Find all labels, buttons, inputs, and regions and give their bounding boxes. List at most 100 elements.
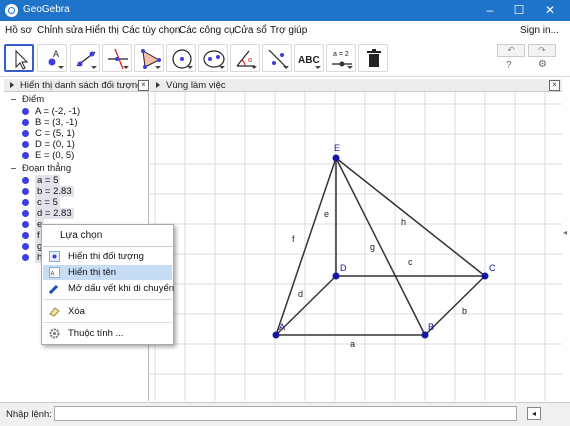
trace-pen-icon [49, 284, 59, 294]
menu-view[interactable]: Hiển thị [85, 25, 119, 36]
input-help-toggle-button[interactable]: ◂ [527, 407, 541, 420]
segment-label: a [350, 339, 355, 349]
input-bar: Nhập lệnh: ◂ [0, 402, 570, 426]
context-menu-title: Lựa chọn [60, 230, 103, 241]
menu-item-properties[interactable]: Thuộc tính ... [43, 326, 172, 341]
menu-file[interactable]: Hồ sơ [5, 25, 32, 36]
graphics-view[interactable]: Vùng làm việc × a b c d e f g h A B C D E [150, 79, 562, 401]
point-label: A [279, 322, 285, 332]
point-label: E [334, 143, 340, 153]
point-D[interactable] [332, 272, 340, 280]
list-item-text: a = 5 [35, 175, 61, 186]
graphics-header-title: Vùng làm việc [166, 80, 226, 91]
menu-item-trace-on[interactable]: Mở dấu vết khi di chuyển [43, 281, 174, 296]
divider [43, 322, 172, 323]
segment-label: e [324, 209, 329, 219]
segment-label: f [292, 234, 295, 244]
menu-item-label: Thuộc tính ... [68, 328, 124, 339]
text-tool-button[interactable]: ABC [294, 44, 324, 72]
segment-label: b [462, 306, 467, 316]
menu-options[interactable]: Các tùy chọn [122, 25, 180, 36]
point-label: D [340, 263, 347, 273]
svg-text:A: A [51, 272, 55, 278]
sign-in-link[interactable]: Sign in... [520, 25, 559, 36]
segment-f[interactable] [275, 157, 337, 336]
help-button[interactable]: ? [506, 60, 512, 71]
line-tool-button[interactable] [70, 44, 100, 72]
menu-item-delete[interactable]: Xóa [43, 304, 172, 319]
list-item-text: c = 5 [35, 197, 60, 208]
circle-tool-button[interactable] [166, 44, 196, 72]
menu-item-label: Hiển thị tên [68, 267, 117, 278]
graphics-canvas[interactable]: a b c d e f g h A B C D E [150, 92, 562, 401]
points-collapse-icon[interactable] [11, 99, 16, 100]
menu-item-label: Xóa [68, 306, 85, 317]
visibility-dot-icon[interactable] [22, 177, 29, 184]
settings-gear-icon[interactable]: ⚙ [538, 59, 547, 70]
perpendicular-tool-button[interactable] [102, 44, 132, 72]
maximize-button[interactable]: ☐ [505, 0, 533, 21]
point-label: B [428, 322, 434, 332]
visibility-dot-icon[interactable] [22, 119, 29, 126]
visibility-dot-icon[interactable] [22, 232, 29, 239]
visibility-dot-icon[interactable] [22, 188, 29, 195]
show-label-icon: A [49, 267, 60, 278]
graphics-close-button[interactable]: × [549, 80, 560, 91]
list-item-text: A = (-2, -1) [35, 106, 81, 117]
menu-tools[interactable]: Các công cụ [179, 25, 235, 36]
move-tool-button[interactable] [4, 44, 34, 72]
visibility-dot-icon[interactable] [22, 243, 29, 250]
svg-text:a = 2: a = 2 [333, 51, 349, 58]
undo-button[interactable]: ↶ [497, 44, 525, 57]
list-item-text: B = (3, -1) [35, 117, 78, 128]
command-input[interactable] [54, 406, 517, 421]
point-A[interactable] [272, 331, 280, 339]
gear-icon [49, 328, 60, 339]
algebra-close-button[interactable]: × [138, 80, 149, 91]
visibility-dot-icon[interactable] [22, 130, 29, 137]
angle-tool-button[interactable]: α [230, 44, 260, 72]
menu-edit[interactable]: Chỉnh sửa [37, 25, 83, 36]
menu-window[interactable]: Cửa sổ [234, 25, 267, 36]
polygon-tool-button[interactable] [134, 44, 164, 72]
slider-tool-button[interactable]: a = 2 [326, 44, 356, 72]
panel-collapse-triangle-icon[interactable] [10, 82, 14, 88]
panel-collapse-triangle-icon[interactable] [156, 82, 160, 88]
svg-text:α: α [248, 57, 252, 64]
list-item-text: d = 2.83 [35, 208, 74, 219]
segments-collapse-icon[interactable] [11, 168, 16, 169]
reflect-tool-button[interactable] [262, 44, 292, 72]
visibility-dot-icon[interactable] [22, 108, 29, 115]
menu-item-show-label[interactable]: A Hiển thị tên [43, 265, 172, 280]
menu-bar: Hồ sơ Chỉnh sửa Hiển thị Các tùy chọn Cá… [0, 21, 570, 40]
delete-tool-button[interactable] [358, 44, 388, 72]
visibility-dot-icon[interactable] [22, 221, 29, 228]
visibility-dot-icon[interactable] [22, 254, 29, 261]
point-C[interactable] [481, 272, 489, 280]
window-title: GeoGebra [23, 4, 70, 15]
point-label: C [489, 263, 496, 273]
eraser-icon [49, 307, 60, 317]
cursor-arrow-icon [15, 49, 29, 70]
side-panel-toggle-icon[interactable]: ◂ [563, 228, 567, 237]
visibility-dot-icon[interactable] [22, 199, 29, 206]
context-menu: Lựa chọn Hiển thị đối tượng A Hiển thị t… [41, 224, 174, 345]
ellipse-tool-button[interactable] [198, 44, 228, 72]
close-window-button[interactable]: ✕ [536, 0, 564, 21]
geogebra-logo-icon [5, 4, 18, 17]
visibility-dot-icon[interactable] [22, 141, 29, 148]
visibility-dot-icon[interactable] [22, 210, 29, 217]
menu-help[interactable]: Trợ giúp [270, 25, 307, 36]
menu-item-label: Hiển thị đối tượng [68, 251, 144, 262]
divider [43, 246, 172, 247]
minimize-button[interactable]: – [476, 0, 504, 21]
point-E[interactable] [332, 154, 340, 162]
visibility-dot-icon[interactable] [22, 152, 29, 159]
point-B[interactable] [421, 331, 429, 339]
segment-label: c [408, 257, 413, 267]
segment-g[interactable] [335, 157, 426, 336]
redo-button[interactable]: ↷ [528, 44, 556, 57]
svg-text:A: A [53, 49, 59, 59]
menu-item-show-object[interactable]: Hiển thị đối tượng [43, 249, 172, 264]
point-tool-button[interactable]: A [37, 44, 67, 72]
